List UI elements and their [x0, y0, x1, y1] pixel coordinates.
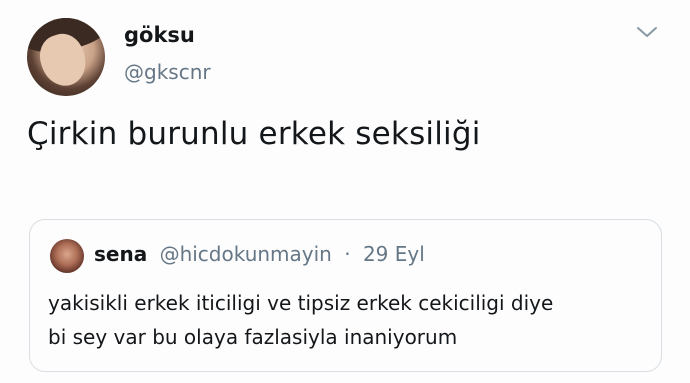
quoted-tweet-text-line: yakisikli erkek iticiligi ve tipsiz erke…	[48, 291, 554, 315]
author-display-name[interactable]: göksu	[124, 23, 195, 47]
quoted-tweet-header: sena @hicdokunmayin · 29 Eyl	[94, 242, 425, 266]
tweet-card[interactable]: göksu @gkscnr Çirkin burunlu erkek seksi…	[0, 0, 690, 383]
quoted-author-handle[interactable]: @hicdokunmayin	[160, 242, 332, 266]
quoted-tweet-text: yakisikli erkek iticiligi ve tipsiz erke…	[48, 286, 648, 354]
chevron-down-icon[interactable]	[636, 24, 658, 40]
quoted-author-avatar[interactable]	[50, 239, 84, 273]
author-avatar[interactable]	[27, 18, 105, 96]
quoted-tweet-date[interactable]: 29 Eyl	[363, 242, 425, 266]
author-handle[interactable]: @gkscnr	[124, 60, 211, 84]
quoted-author-display-name[interactable]: sena	[94, 242, 147, 266]
meta-separator: ·	[344, 242, 351, 266]
quoted-tweet-text-line: bi sey var bu olaya fazlasiyla inaniyoru…	[48, 325, 458, 349]
tweet-text: Çirkin burunlu erkek seksiliği	[27, 116, 481, 152]
quoted-tweet[interactable]: sena @hicdokunmayin · 29 Eyl yakisikli e…	[29, 219, 662, 372]
